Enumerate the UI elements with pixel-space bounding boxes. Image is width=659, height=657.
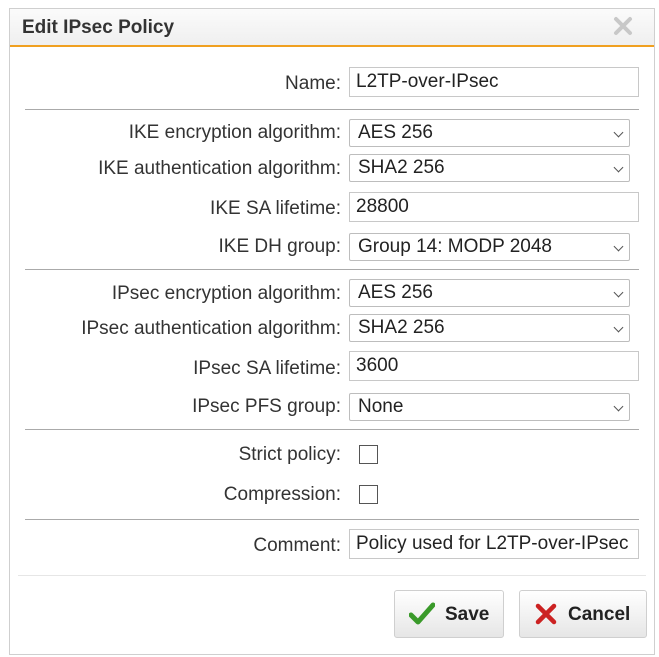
checkmark-icon <box>409 602 435 625</box>
ike-encryption-select[interactable]: AES 256 <box>349 119 630 147</box>
name-input[interactable]: L2TP-over-IPsec <box>349 67 639 97</box>
dialog-titlebar: Edit IPsec Policy <box>10 9 654 47</box>
divider <box>25 429 639 430</box>
ipsec-encryption-select[interactable]: AES 256 <box>349 279 630 307</box>
dialog-title: Edit IPsec Policy <box>22 17 175 38</box>
compression-checkbox[interactable] <box>359 485 378 504</box>
comment-label: Comment: <box>253 535 341 556</box>
chevron-down-icon <box>613 127 624 138</box>
ipsec-authentication-select[interactable]: SHA2 256 <box>349 314 630 342</box>
ipsec-authentication-label: IPsec authentication algorithm: <box>81 318 341 339</box>
strict-policy-checkbox[interactable] <box>359 445 378 464</box>
ike-authentication-select[interactable]: SHA2 256 <box>349 154 630 182</box>
footer-divider <box>18 575 646 576</box>
chevron-down-icon <box>613 287 624 298</box>
close-icon[interactable] <box>612 15 634 37</box>
chevron-down-icon <box>613 401 624 412</box>
x-icon <box>535 603 557 625</box>
edit-ipsec-policy-dialog: Edit IPsec Policy Name: L2TP-over-IPsec … <box>9 8 655 655</box>
chevron-down-icon <box>613 322 624 333</box>
ike-dh-group-select[interactable]: Group 14: MODP 2048 <box>349 233 630 261</box>
ike-authentication-label: IKE authentication algorithm: <box>98 158 341 179</box>
save-button[interactable]: Save <box>394 590 504 638</box>
ipsec-encryption-label: IPsec encryption algorithm: <box>111 283 341 304</box>
ipsec-pfs-group-value: None <box>358 396 404 417</box>
ike-encryption-label: IKE encryption algorithm: <box>128 122 341 143</box>
cancel-button[interactable]: Cancel <box>519 590 647 638</box>
compression-label: Compression: <box>223 484 341 505</box>
ike-dh-group-label: IKE DH group: <box>218 236 342 257</box>
divider <box>25 109 639 110</box>
ike-dh-group-value: Group 14: MODP 2048 <box>358 236 552 257</box>
divider <box>25 519 639 520</box>
cancel-button-label: Cancel <box>568 604 631 625</box>
ipsec-pfs-group-select[interactable]: None <box>349 393 630 421</box>
ike-authentication-value: SHA2 256 <box>358 157 445 178</box>
ipsec-authentication-value: SHA2 256 <box>358 317 445 338</box>
ipsec-sa-lifetime-input[interactable]: 3600 <box>349 351 639 381</box>
ike-sa-lifetime-input[interactable]: 28800 <box>349 192 639 222</box>
ipsec-encryption-value: AES 256 <box>358 282 433 303</box>
name-label: Name: <box>285 73 341 94</box>
divider <box>25 269 639 270</box>
comment-input[interactable]: Policy used for L2TP-over-IPsec <box>349 529 639 559</box>
strict-policy-label: Strict policy: <box>238 444 341 465</box>
chevron-down-icon <box>613 162 624 173</box>
ipsec-sa-lifetime-label: IPsec SA lifetime: <box>193 358 341 379</box>
ipsec-pfs-group-label: IPsec PFS group: <box>192 396 341 417</box>
ike-sa-lifetime-label: IKE SA lifetime: <box>210 198 341 219</box>
ike-encryption-value: AES 256 <box>358 122 433 143</box>
chevron-down-icon <box>613 241 624 252</box>
save-button-label: Save <box>445 604 490 625</box>
